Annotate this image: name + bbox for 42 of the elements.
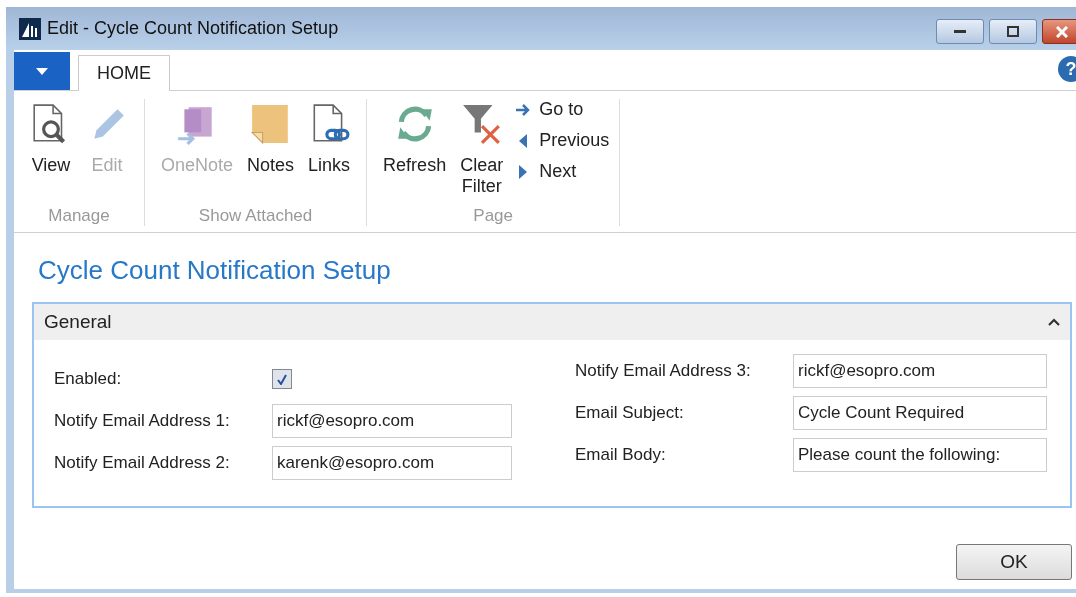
field-label: Notify Email Address 3: [575,361,752,381]
caret-icon [36,67,48,75]
ribbon-group-label: Manage [48,206,110,226]
filter-clear-icon [460,103,503,145]
close-button[interactable] [1042,19,1076,44]
minimize-button[interactable] [936,19,984,44]
ribbon-button[interactable]: View [24,99,78,202]
input-field[interactable]: rickf@esopro.com [272,404,512,438]
ribbon-button[interactable]: Refresh [377,99,453,202]
close-icon [1056,25,1068,38]
input-field[interactable]: karenk@esopro.com [272,446,512,480]
help-button[interactable]: ? [1058,56,1076,82]
field-label: Email Body: [575,445,667,465]
maximize-button[interactable] [989,19,1037,44]
ribbon-button[interactable]: Notes [241,99,301,202]
ribbon-group-label: Show Attached [198,206,313,226]
ribbon-tab[interactable]: HOME [78,55,170,91]
ribbon-button[interactable]: Go to [515,99,610,120]
page-title: Cycle Count Notification Setup [38,255,392,286]
arrow-right-icon [515,101,532,118]
section-header[interactable]: General [34,304,1070,340]
field-label: Email Subject: [575,403,685,423]
input-field[interactable]: Cycle Count Required [793,396,1047,430]
checkmark-icon [277,373,287,385]
input-field[interactable]: Please count the following: [793,438,1047,472]
ribbon-button[interactable]: Links [302,99,357,202]
window-title: Edit - Cycle Count Notification Setup [47,18,340,39]
checkbox[interactable] [272,369,292,389]
field-label: Notify Email Address 2: [54,453,231,473]
input-field[interactable]: rickf@esopro.com [793,354,1047,388]
maximize-icon [1007,26,1019,37]
ribbon-button[interactable]: Previous [515,130,610,151]
app-logo-icon [19,17,41,40]
minimize-icon [954,30,966,33]
ribbon-button[interactable]: Clear Filter [454,99,510,202]
ribbon-button[interactable]: Next [515,161,610,182]
ok-button[interactable]: OK [956,544,1072,580]
field-label: Notify Email Address 1: [54,411,231,431]
section-title: General [44,311,112,333]
ribbon-group-label: Page [473,206,513,226]
field-label: Enabled: [54,369,123,389]
collapse-chevron-icon[interactable] [1048,318,1060,326]
